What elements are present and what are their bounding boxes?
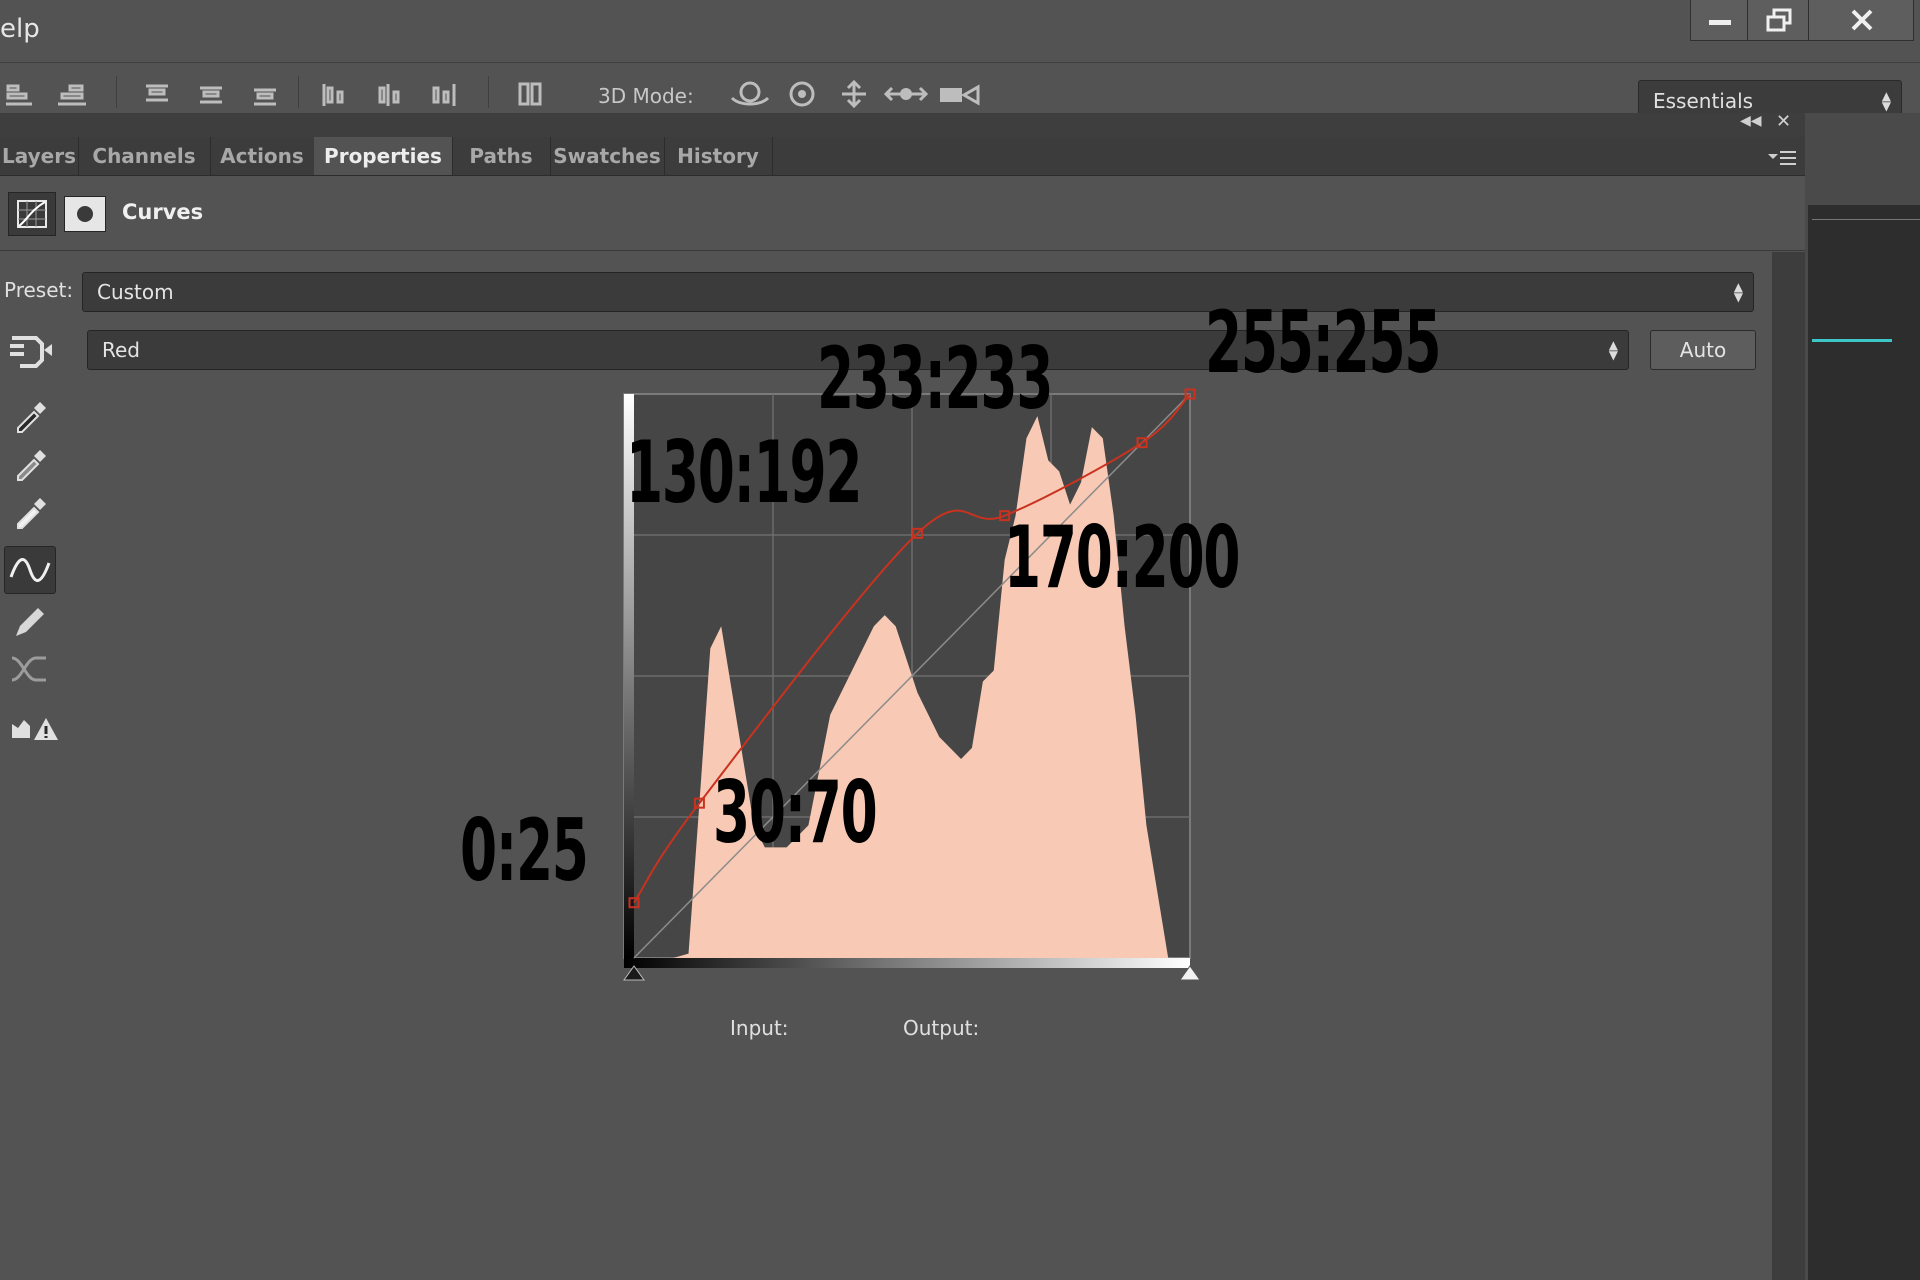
white-point-eyedropper-icon[interactable] — [8, 490, 52, 532]
panel-title-strip: ◀◀ ✕ — [0, 111, 1805, 137]
point-label: 0:25 — [460, 801, 589, 901]
guide-line — [1812, 339, 1892, 342]
updown-arrows-icon: ▲ ▼ — [1733, 280, 1743, 304]
toolbar-divider — [116, 76, 117, 108]
document-area — [1808, 205, 1920, 1280]
point-label: 30:70 — [713, 763, 878, 863]
3d-scale-icon[interactable] — [938, 80, 982, 108]
panel-scrollbar[interactable] — [1772, 252, 1805, 1280]
align-top-icon[interactable] — [4, 80, 34, 108]
clipping-warning-icon[interactable] — [8, 708, 62, 750]
edit-points-button[interactable] — [4, 546, 56, 594]
restore-icon — [1766, 8, 1792, 32]
close-button[interactable] — [1808, 0, 1914, 41]
minimize-button[interactable] — [1690, 0, 1748, 41]
menu-help[interactable]: elp — [0, 14, 40, 44]
minimize-icon — [1709, 20, 1731, 25]
ruler — [1812, 205, 1920, 220]
preset-select[interactable]: Custom ▲ ▼ — [82, 272, 1754, 312]
restore-button[interactable] — [1747, 0, 1809, 41]
gray-point-eyedropper-icon[interactable] — [8, 442, 52, 484]
collapse-icon[interactable]: ◀◀ — [1740, 113, 1762, 129]
3d-mode-label: 3D Mode: — [598, 84, 694, 108]
curves-adjustment-button[interactable] — [8, 192, 56, 236]
toolbar-divider — [488, 76, 489, 108]
curves-adjustment-icon — [17, 200, 47, 228]
workspace-value: Essentials — [1653, 89, 1754, 113]
preset-value: Custom — [97, 280, 174, 304]
curves-header — [0, 176, 1805, 251]
3d-roll-icon[interactable] — [782, 80, 822, 108]
panel-tabs: Layers Channels Actions Properties Paths Swat… — [0, 137, 1805, 176]
mask-icon — [77, 206, 93, 222]
auto-align-icon[interactable] — [516, 80, 546, 108]
white-point-slider[interactable] — [1179, 965, 1201, 981]
tab-channels[interactable]: Channels — [78, 137, 211, 175]
tab-properties[interactable]: Properties — [314, 137, 453, 175]
point-label: 233:233 — [817, 329, 1053, 429]
updown-arrows-icon: ▲ ▼ — [1608, 338, 1618, 362]
3d-slide-icon[interactable] — [884, 80, 928, 108]
title-bar — [0, 0, 1920, 63]
distribute-bottom-icon[interactable] — [250, 80, 280, 108]
black-point-slider[interactable] — [623, 965, 645, 981]
curve-points-icon — [9, 558, 51, 582]
preset-label: Preset: — [4, 278, 74, 302]
panel-close-icon[interactable]: ✕ — [1776, 111, 1791, 132]
point-label: 130:192 — [626, 423, 862, 523]
distribute-center-icon[interactable] — [196, 80, 226, 108]
output-label: Output: — [903, 1016, 980, 1040]
auto-button[interactable]: Auto — [1650, 330, 1756, 370]
layer-mask-button[interactable] — [64, 196, 106, 232]
pencil-icon[interactable] — [8, 600, 52, 642]
point-label: 255:255 — [1205, 293, 1441, 393]
black-point-eyedropper-icon[interactable] — [8, 394, 52, 436]
tab-layers[interactable]: Layers — [0, 137, 79, 175]
panel-menu-icon[interactable] — [1766, 148, 1798, 168]
close-icon — [1851, 9, 1873, 31]
tab-swatches[interactable]: Swatches — [550, 137, 665, 175]
distribute-right-icon[interactable] — [428, 80, 458, 108]
tab-paths[interactable]: Paths — [452, 137, 551, 175]
point-label: 170:200 — [1004, 508, 1240, 608]
tab-actions[interactable]: Actions — [210, 137, 315, 175]
distribute-top-icon[interactable] — [142, 80, 172, 108]
3d-rotate-icon[interactable] — [728, 80, 772, 108]
toolbar-divider — [298, 76, 299, 108]
input-label: Input: — [730, 1016, 789, 1040]
distribute-left-icon[interactable] — [320, 80, 350, 108]
channel-value: Red — [102, 338, 140, 362]
smooth-curve-icon[interactable] — [8, 648, 52, 690]
target-adjust-hand-icon[interactable] — [8, 330, 54, 370]
align-vcenter-icon[interactable] — [56, 80, 86, 108]
3d-pan-icon[interactable] — [834, 80, 874, 108]
distribute-hcenter-icon[interactable] — [374, 80, 404, 108]
panel-title: Curves — [122, 200, 204, 224]
updown-arrows-icon: ▲ ▼ — [1881, 89, 1891, 113]
tab-history[interactable]: History — [664, 137, 773, 175]
input-gradient-bar — [624, 958, 1190, 968]
